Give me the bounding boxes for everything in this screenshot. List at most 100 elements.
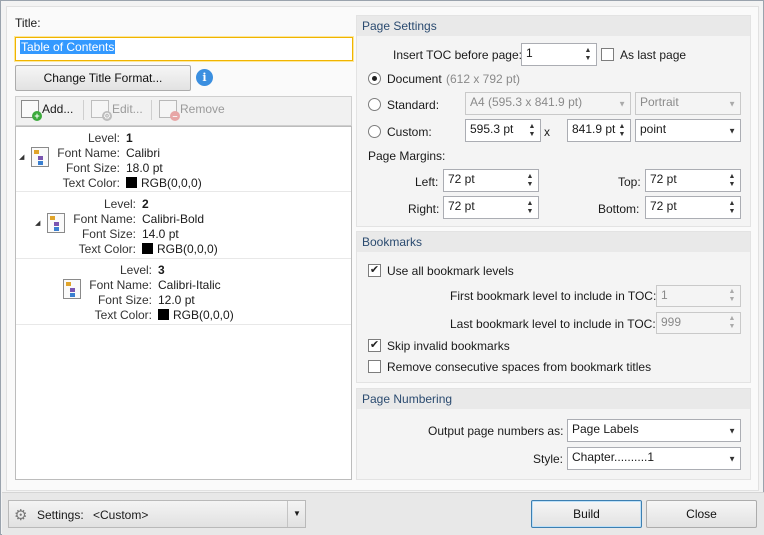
standard-radio[interactable] [368,98,381,111]
list-item[interactable]: Level: 3 Font Name: Calibri-Italic Font … [16,259,351,325]
insert-toc-label: Insert TOC before page: [393,48,522,62]
color-swatch [126,177,137,188]
remove-level-icon: – [159,100,180,121]
right-margin-spinner[interactable]: 72 pt ▲ ▼ [443,196,539,219]
last-level-spinner[interactable]: 999 ▲ ▼ [656,312,741,334]
standard-size-value: A4 (595.3 x 841.9 pt) [470,95,583,109]
chevron-down-icon: ▼ [728,126,736,135]
first-level-value: 1 [661,288,668,302]
as-last-page-label: As last page [620,48,687,62]
spinner-arrows-icon[interactable]: ▲ ▼ [522,170,538,191]
collapse-triangle-icon[interactable]: ◢ [19,153,24,161]
bottom-margin-spinner[interactable]: 72 pt ▲ ▼ [645,196,741,219]
spinner-arrows-icon[interactable]: ▲ ▼ [724,313,740,333]
close-button[interactable]: Close [646,500,757,528]
use-all-levels-label: Use all bookmark levels [387,264,514,278]
page-settings-heading: Page Settings [357,16,750,36]
insert-toc-page-spinner[interactable]: 1 ▲ ▼ [521,43,597,66]
settings-select[interactable]: ⚙ Settings: <Custom> ▼ [8,500,306,528]
select-divider [287,501,288,527]
output-numbers-select[interactable]: Page Labels ▼ [567,419,741,442]
custom-width-value: 595.3 pt [470,122,514,136]
levels-list[interactable]: ◢ Level: 1 Font Name: Calibri Font Size:… [15,126,352,480]
title-label: Title: [15,16,41,30]
last-level-label: Last bookmark level to include in TOC: [450,317,656,331]
level-value: 1 [126,131,133,145]
font-name-key: Font Name: [73,212,136,226]
font-name-value: Calibri [126,146,161,160]
text-color-value: RGB(0,0,0) [142,242,218,256]
spinner-arrows-icon[interactable]: ▲ ▼ [724,197,740,218]
spinner-arrows-icon[interactable]: ▲ ▼ [724,170,740,191]
settings-value: <Custom> [93,508,149,522]
gear-icon: ⚙ [14,507,28,524]
build-button[interactable]: Build [531,500,642,528]
level-key: Level: [119,263,152,277]
top-margin-value: 72 pt [650,172,677,186]
title-input-value: Table of Contents [20,40,116,54]
use-all-levels-checkbox[interactable]: ✔ [368,264,381,277]
remove-label: Remove [180,102,225,116]
text-color-key: Text Color: [62,176,120,190]
document-size-text: (612 x 792 pt) [446,72,521,86]
spinner-arrows-icon[interactable]: ▲ ▼ [580,44,596,65]
unit-value: point [640,122,667,136]
chevron-down-icon: ▼ [728,454,736,463]
custom-height-value: 841.9 pt [572,122,616,136]
toolbar-divider [151,100,152,120]
output-numbers-value: Page Labels [572,422,639,436]
spinner-arrows-icon[interactable]: ▲ ▼ [522,197,538,218]
chevron-down-icon: ▼ [293,509,301,518]
font-size-value: 14.0 pt [142,227,179,241]
document-radio[interactable] [368,72,381,85]
standard-size-select[interactable]: A4 (595.3 x 841.9 pt) ▼ [465,92,631,115]
spinner-arrows-icon[interactable]: ▲ ▼ [524,120,540,141]
remove-level-button[interactable]: – Remove [159,100,225,121]
font-size-key: Font Size: [65,161,120,175]
list-item[interactable]: ◢ Level: 1 Font Name: Calibri Font Size:… [16,127,351,192]
font-name-value: Calibri-Italic [158,278,221,292]
first-level-spinner[interactable]: 1 ▲ ▼ [656,285,741,307]
spinner-arrows-icon[interactable]: ▲ ▼ [724,286,740,306]
chevron-down-icon: ▼ [618,99,626,108]
color-swatch [142,243,153,254]
edit-level-button[interactable]: ⚙ Edit... [91,100,143,121]
style-label: Style: [533,452,564,466]
custom-radio[interactable] [368,125,381,138]
page-numbering-heading: Page Numbering [357,389,750,409]
first-level-label: First bookmark level to include in TOC: [450,289,657,303]
last-level-value: 999 [661,315,682,329]
remove-spaces-checkbox[interactable] [368,360,381,373]
spinner-arrows-icon[interactable]: ▲ ▼ [614,120,630,141]
top-margin-spinner[interactable]: 72 pt ▲ ▼ [645,169,741,192]
collapse-triangle-icon[interactable]: ◢ [35,219,40,227]
style-select[interactable]: Chapter..........1 ▼ [567,447,741,470]
style-value: Chapter..........1 [572,450,655,464]
font-name-key: Font Name: [89,278,152,292]
custom-height-spinner[interactable]: 841.9 pt ▲ ▼ [567,119,631,142]
color-swatch [158,309,169,320]
standard-label: Standard: [387,98,440,112]
level-value: 3 [158,263,165,277]
font-size-key: Font Size: [97,293,152,307]
left-margin-spinner[interactable]: 72 pt ▲ ▼ [443,169,539,192]
change-title-format-button[interactable]: Change Title Format... [15,65,191,91]
unit-select[interactable]: point ▼ [635,119,741,142]
custom-x-separator: x [544,125,550,139]
skip-invalid-checkbox[interactable]: ✔ [368,339,381,352]
list-item[interactable]: ◢ Level: 2 Font Name: Calibri-Bold Font … [16,192,351,259]
add-level-button[interactable]: + Add... [21,100,73,121]
edit-label: Edit... [112,102,143,116]
custom-width-spinner[interactable]: 595.3 pt ▲ ▼ [465,119,541,142]
font-name-key: Font Name: [57,146,120,160]
insert-toc-value: 1 [526,46,533,60]
font-size-value: 18.0 pt [126,161,163,175]
custom-label: Custom: [387,125,432,139]
as-last-page-checkbox[interactable] [601,48,614,61]
edit-level-icon: ⚙ [91,100,112,121]
chevron-down-icon: ▼ [728,99,736,108]
title-input[interactable]: Table of Contents [15,37,353,61]
orientation-select[interactable]: Portrait ▼ [635,92,741,115]
info-icon[interactable]: i [196,69,213,86]
right-margin-label: Right: [408,202,440,216]
